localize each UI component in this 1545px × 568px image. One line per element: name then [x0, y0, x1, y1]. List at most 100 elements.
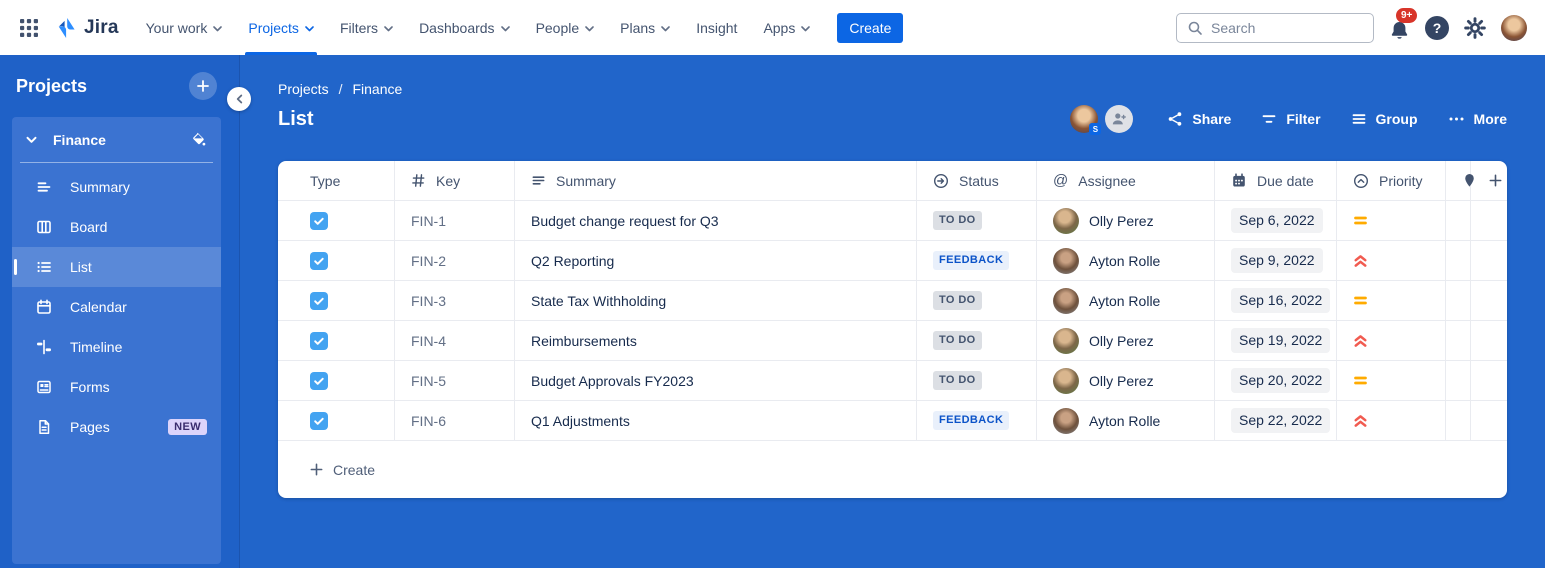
settings-gear-icon[interactable]	[1464, 17, 1486, 39]
sidebar-title: Projects	[16, 76, 87, 97]
collapse-sidebar-button[interactable]	[227, 87, 251, 111]
chevron-down-icon	[801, 26, 810, 32]
type-cell[interactable]	[278, 321, 395, 361]
nav-item-insight[interactable]: Insight	[683, 0, 750, 55]
priority-cell[interactable]	[1337, 281, 1446, 321]
group-button[interactable]: Group	[1351, 111, 1418, 127]
add-column-header[interactable]	[1459, 161, 1507, 201]
summary-cell[interactable]: Budget change request for Q3	[515, 201, 917, 241]
summary-cell[interactable]: Budget Approvals FY2023	[515, 361, 917, 401]
priority-cell[interactable]	[1337, 401, 1446, 441]
key-cell[interactable]: FIN-2	[395, 241, 515, 281]
empty-cell	[1459, 321, 1507, 361]
due-date-cell[interactable]: Sep 16, 2022	[1215, 281, 1337, 321]
key-cell[interactable]: FIN-4	[395, 321, 515, 361]
nav-item-projects[interactable]: Projects	[235, 0, 327, 55]
due-date-cell[interactable]: Sep 20, 2022	[1215, 361, 1337, 401]
key-cell[interactable]: FIN-1	[395, 201, 515, 241]
priority-cell[interactable]	[1337, 241, 1446, 281]
nav-item-apps[interactable]: Apps	[750, 0, 823, 55]
column-header-key[interactable]: Key	[395, 161, 515, 201]
summary-cell[interactable]: Q1 Adjustments	[515, 401, 917, 441]
add-people-button[interactable]	[1105, 105, 1133, 133]
assignee-cell[interactable]: Ayton Rolle	[1037, 241, 1215, 281]
nav-item-people[interactable]: People	[523, 0, 608, 55]
due-date-chip: Sep 16, 2022	[1231, 288, 1330, 313]
paint-bucket-icon[interactable]	[190, 131, 207, 148]
type-cell[interactable]	[278, 201, 395, 241]
help-icon[interactable]: ?	[1425, 16, 1449, 40]
summary-cell[interactable]: State Tax Withholding	[515, 281, 917, 321]
assignee-cell[interactable]: Olly Perez	[1037, 361, 1215, 401]
due-date-cell[interactable]: Sep 9, 2022	[1215, 241, 1337, 281]
status-cell[interactable]: TO DO	[917, 281, 1037, 321]
assignee-name: Ayton Rolle	[1089, 293, 1160, 309]
due-date-cell[interactable]: Sep 22, 2022	[1215, 401, 1337, 441]
key-cell[interactable]: FIN-6	[395, 401, 515, 441]
column-header-assignee[interactable]: @Assignee	[1037, 161, 1215, 201]
priority-cell[interactable]	[1337, 321, 1446, 361]
nav-item-your-work[interactable]: Your work	[133, 0, 236, 55]
search-input[interactable]	[1211, 20, 1363, 36]
filter-button[interactable]: Filter	[1261, 111, 1320, 127]
sidebar-item-calendar[interactable]: Calendar	[12, 287, 221, 327]
assignee-cell[interactable]: Ayton Rolle	[1037, 281, 1215, 321]
due-date-cell[interactable]: Sep 19, 2022	[1215, 321, 1337, 361]
status-cell[interactable]: TO DO	[917, 201, 1037, 241]
breadcrumb-finance[interactable]: Finance	[352, 81, 402, 97]
priority-cell[interactable]	[1337, 361, 1446, 401]
column-header-summary[interactable]: Summary	[515, 161, 917, 201]
topnav-right: 9+ ?	[1176, 13, 1527, 43]
sidebar-item-board[interactable]: Board	[12, 207, 221, 247]
status-cell[interactable]: TO DO	[917, 361, 1037, 401]
create-button[interactable]: Create	[837, 13, 903, 43]
assignee-cell[interactable]: Olly Perez	[1037, 201, 1215, 241]
nav-item-plans[interactable]: Plans	[607, 0, 683, 55]
due-date-chip: Sep 20, 2022	[1231, 368, 1330, 393]
notifications-button[interactable]: 9+	[1389, 14, 1410, 41]
create-issue-button[interactable]: Create	[278, 441, 1507, 498]
pin-icon	[1463, 173, 1476, 188]
app-switcher-icon[interactable]	[16, 15, 42, 41]
column-header-type[interactable]: Type	[278, 161, 395, 201]
column-header-priority[interactable]: Priority	[1337, 161, 1446, 201]
issue-list-card: TypeKeySummaryStatus@AssigneeDue datePri…	[278, 161, 1507, 498]
type-cell[interactable]	[278, 281, 395, 321]
status-cell[interactable]: FEEDBACK	[917, 241, 1037, 281]
sidebar-item-list[interactable]: List	[12, 247, 221, 287]
sidebar-item-summary[interactable]: Summary	[12, 167, 221, 207]
chevron-down-icon	[585, 26, 594, 32]
sidebar-item-pages[interactable]: PagesNEW	[12, 407, 221, 447]
chevron-down-icon	[26, 136, 37, 144]
summary-cell[interactable]: Reimbursements	[515, 321, 917, 361]
status-cell[interactable]: FEEDBACK	[917, 401, 1037, 441]
breadcrumb-projects[interactable]: Projects	[278, 81, 329, 97]
column-header-status[interactable]: Status	[917, 161, 1037, 201]
nav-item-filters[interactable]: Filters	[327, 0, 406, 55]
assignee-cell[interactable]: Olly Perez	[1037, 321, 1215, 361]
type-cell[interactable]	[278, 241, 395, 281]
sidebar-item-forms[interactable]: Forms	[12, 367, 221, 407]
status-cell[interactable]: TO DO	[917, 321, 1037, 361]
member-avatar[interactable]: S	[1070, 105, 1098, 133]
assignee-cell[interactable]: Ayton Rolle	[1037, 401, 1215, 441]
type-cell[interactable]	[278, 401, 395, 441]
project-selector[interactable]: Finance	[12, 117, 221, 162]
key-cell[interactable]: FIN-5	[395, 361, 515, 401]
nav-item-dashboards[interactable]: Dashboards	[406, 0, 523, 55]
user-avatar[interactable]	[1501, 15, 1527, 41]
sidebar-item-label: Board	[70, 219, 107, 235]
more-button[interactable]: More	[1448, 111, 1507, 127]
add-project-button[interactable]	[189, 72, 217, 100]
search-box[interactable]	[1176, 13, 1374, 43]
summary-cell[interactable]: Q2 Reporting	[515, 241, 917, 281]
key-cell[interactable]: FIN-3	[395, 281, 515, 321]
priority-cell[interactable]	[1337, 201, 1446, 241]
column-header-due-date[interactable]: Due date	[1215, 161, 1337, 201]
type-cell[interactable]	[278, 361, 395, 401]
forms-icon	[36, 379, 52, 395]
due-date-cell[interactable]: Sep 6, 2022	[1215, 201, 1337, 241]
share-button[interactable]: Share	[1167, 111, 1231, 127]
jira-logo[interactable]: Jira	[54, 16, 119, 40]
sidebar-item-timeline[interactable]: Timeline	[12, 327, 221, 367]
